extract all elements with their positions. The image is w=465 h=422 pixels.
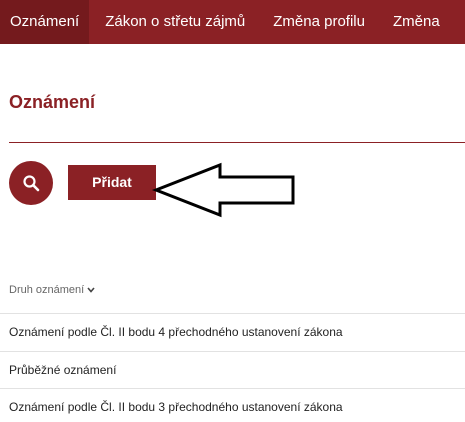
page-title: Oznámení <box>9 92 96 112</box>
title-divider <box>9 142 465 143</box>
list-item-label: Oznámení podle Čl. II bodu 4 přechodného… <box>9 325 343 339</box>
search-icon <box>23 175 40 192</box>
list-item-label: Oznámení podle Čl. II bodu 3 přechodného… <box>9 400 343 414</box>
chevron-down-icon <box>87 284 95 296</box>
nav-item-zmena-profilu[interactable]: Změna profilu <box>259 0 379 44</box>
list-item[interactable]: Oznámení podle Čl. II bodu 4 přechodného… <box>0 325 465 339</box>
nav-item-oznameni[interactable]: Oznámení <box>0 0 90 44</box>
list-item[interactable]: Průběžné oznámení <box>0 363 465 377</box>
list-item[interactable]: Oznámení podle Čl. II bodu 3 přechodného… <box>0 400 465 414</box>
row-divider <box>0 388 465 389</box>
page: Oznámení Zákon o střetu zájmů Změna prof… <box>0 0 465 422</box>
nav-item-zmena[interactable]: Změna <box>379 0 450 44</box>
column-header-label: Druh oznámení <box>9 284 85 296</box>
add-button[interactable]: Přidat <box>68 165 156 200</box>
annotation-arrow-icon <box>151 162 295 218</box>
row-divider <box>0 351 465 352</box>
column-header-druh-oznameni[interactable]: Druh oznámení <box>9 284 95 296</box>
row-divider <box>0 313 465 314</box>
list-item-label: Průběžné oznámení <box>9 363 117 377</box>
search-button[interactable] <box>9 161 53 205</box>
nav-item-zakon-o-stretu-zajmu[interactable]: Zákon o střetu zájmů <box>89 0 259 44</box>
top-navigation: Oznámení Zákon o střetu zájmů Změna prof… <box>0 0 465 44</box>
